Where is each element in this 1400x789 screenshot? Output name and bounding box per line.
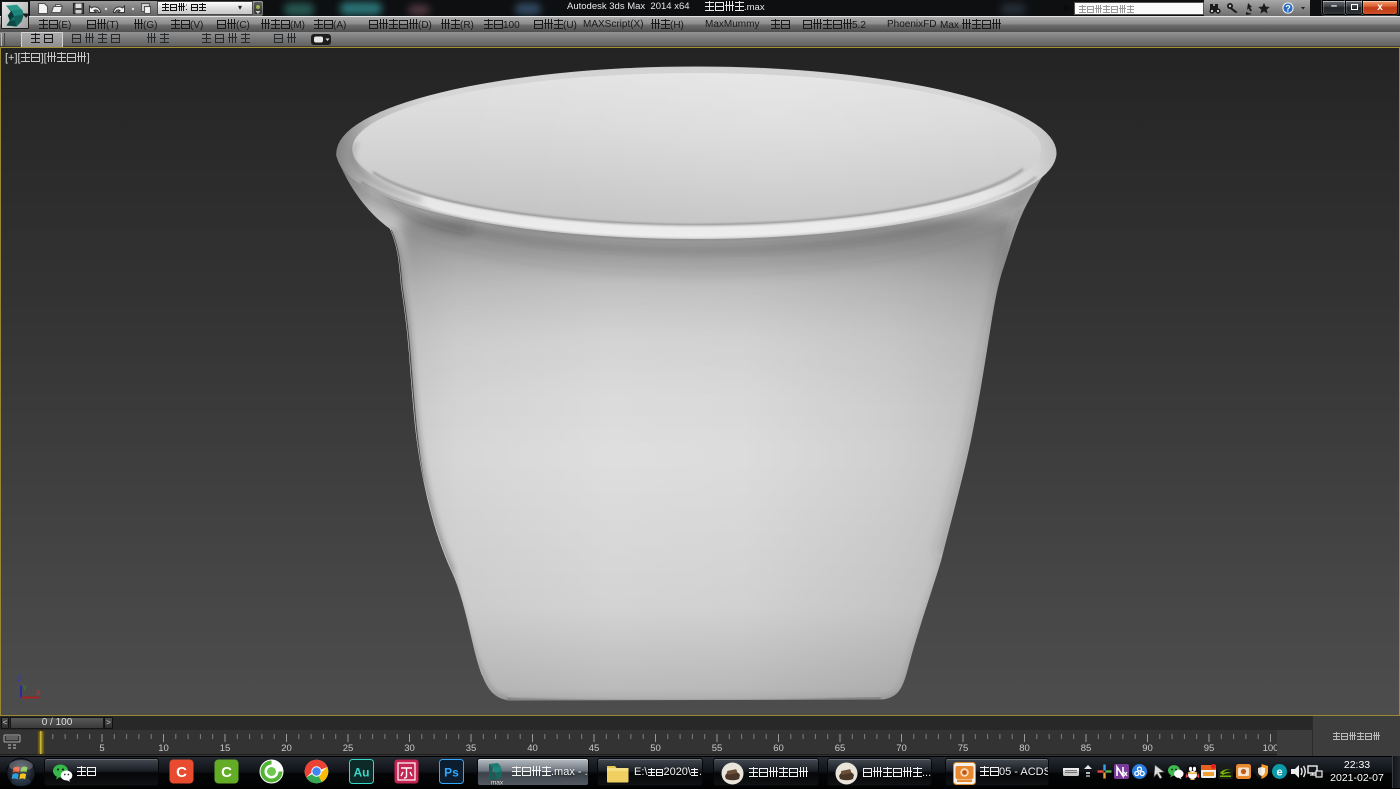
svg-text:70: 70 (896, 743, 907, 754)
svg-text:Ps: Ps (444, 766, 459, 780)
svg-text:45: 45 (589, 743, 600, 754)
svg-text:90: 90 (1142, 743, 1153, 754)
svg-text:95: 95 (1204, 743, 1215, 754)
svg-text:40: 40 (527, 743, 538, 754)
svg-text:75: 75 (958, 743, 969, 754)
svg-text:20: 20 (281, 743, 292, 754)
svg-text:60: 60 (773, 743, 784, 754)
svg-text:85: 85 (1081, 743, 1092, 754)
svg-text:z: z (17, 673, 22, 683)
svg-text:x: x (36, 687, 41, 697)
svg-text:?: ? (1285, 3, 1291, 13)
svg-text:35: 35 (466, 743, 477, 754)
svg-text:15: 15 (220, 743, 231, 754)
svg-text:C: C (221, 764, 232, 781)
svg-text:25: 25 (343, 743, 354, 754)
svg-text:55: 55 (712, 743, 723, 754)
svg-text:C: C (176, 764, 187, 781)
svg-text:30: 30 (404, 743, 415, 754)
svg-text:65: 65 (835, 743, 846, 754)
svg-text:5: 5 (99, 743, 104, 754)
svg-text:y: y (23, 684, 27, 691)
svg-text:max: max (491, 780, 504, 786)
svg-text:Au: Au (354, 766, 370, 780)
svg-text:e: e (1276, 767, 1282, 779)
svg-text:50: 50 (650, 743, 661, 754)
svg-text:80: 80 (1019, 743, 1030, 754)
svg-text:10: 10 (158, 743, 169, 754)
